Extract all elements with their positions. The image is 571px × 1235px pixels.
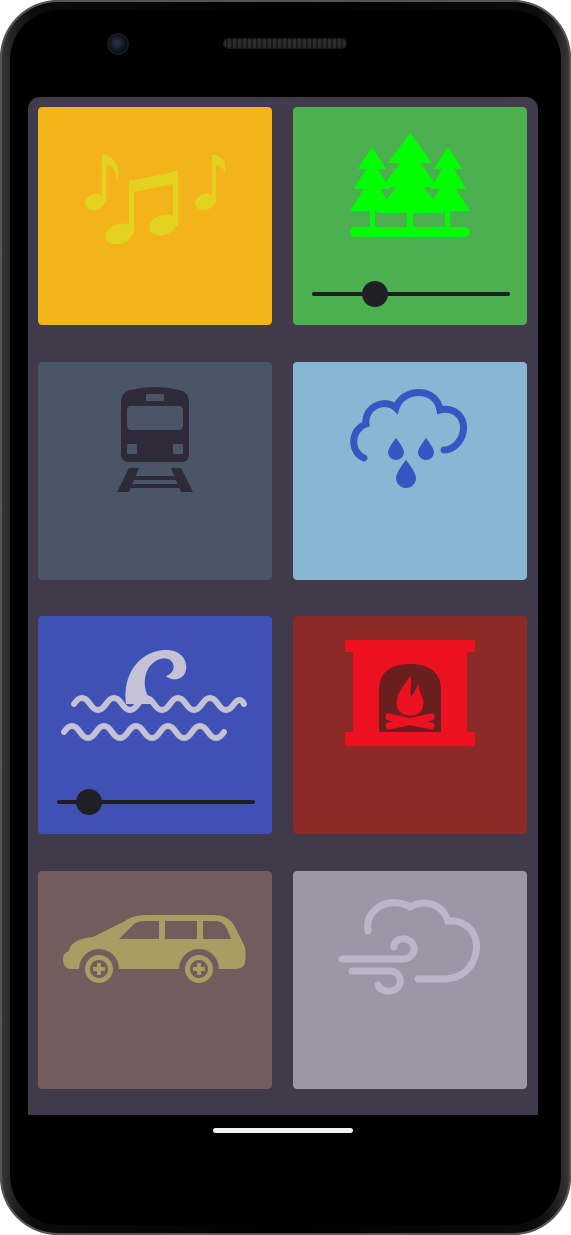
tile-car[interactable] (38, 871, 272, 1089)
phone-frame (0, 0, 571, 1235)
fireplace-icon (345, 640, 475, 746)
tile-waves[interactable] (38, 616, 272, 834)
tile-forest[interactable] (293, 107, 527, 325)
pine-trees-icon (350, 133, 470, 237)
sound-grid-screen (28, 97, 538, 1115)
waves-volume-slider[interactable] (57, 787, 255, 817)
ocean-waves-icon (61, 649, 247, 741)
home-indicator[interactable] (213, 1128, 353, 1133)
slider-thumb[interactable] (75, 789, 102, 815)
tile-wind[interactable] (293, 871, 527, 1089)
slider-track (312, 292, 510, 296)
music-notes-icon (85, 155, 225, 244)
slider-thumb[interactable] (362, 281, 389, 307)
earpiece-speaker (223, 38, 347, 49)
tile-music[interactable] (38, 107, 272, 325)
tile-rain[interactable] (293, 362, 527, 580)
tile-train[interactable] (38, 362, 272, 580)
front-camera (109, 35, 127, 53)
car-icon (63, 915, 246, 983)
tile-fireplace[interactable] (293, 616, 527, 834)
rain-cloud-icon (350, 389, 467, 488)
forest-volume-slider[interactable] (312, 279, 510, 309)
wind-cloud-icon (338, 899, 480, 995)
train-icon (117, 387, 193, 492)
